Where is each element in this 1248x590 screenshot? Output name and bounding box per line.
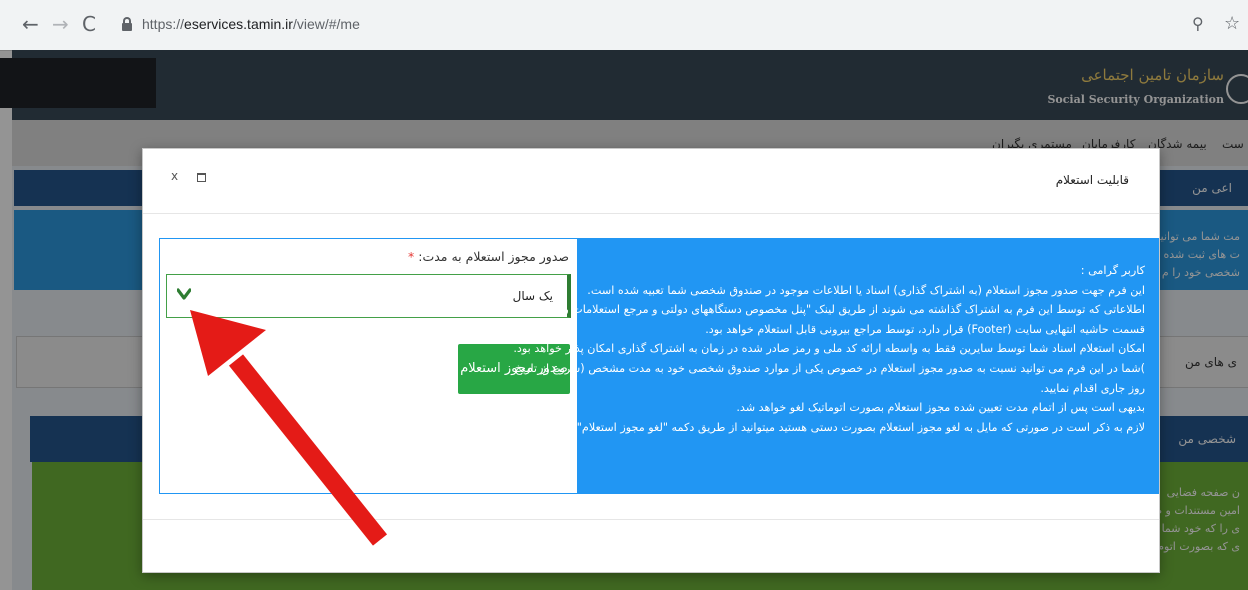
info-line: کاربر گرامی :	[1080, 264, 1145, 277]
address-bar[interactable]: https://eservices.tamin.ir/view/#/me	[110, 9, 1210, 41]
url-text[interactable]: https://eservices.tamin.ir/view/#/me	[142, 16, 360, 32]
inquiry-modal: قابلیت استعلام x صدور مجوز استعلام به مد…	[142, 148, 1160, 573]
info-line: بدیهی است پس از اتمام مدت تعیین شده مجوز…	[736, 401, 1145, 415]
info-line: قسمت حاشیه انتهایی سایت (Footer) قرار دا…	[705, 322, 1145, 336]
back-arrow-icon[interactable]: ←	[22, 14, 39, 34]
info-line: )شما در این فرم می توانید نسبت به صدور م…	[514, 361, 1145, 375]
reload-icon[interactable]: C	[82, 14, 96, 34]
info-notice: کاربر گرامی : این فرم جهت صدور مجوز استع…	[504, 238, 1159, 494]
modal-header: قابلیت استعلام x	[143, 149, 1159, 214]
info-line: لازم به ذکر است در صورتی که مایل به لغو …	[516, 420, 1145, 434]
info-line: این فرم جهت صدور مجوز استعلام (به اشتراک…	[587, 283, 1145, 297]
maximize-icon[interactable]	[197, 173, 206, 182]
duration-label: صدور مجوز استعلام به مدت: *	[408, 249, 569, 264]
chevron-down-icon[interactable]	[177, 287, 191, 301]
modal-title: قابلیت استعلام	[1055, 173, 1129, 187]
zoom-icon[interactable]: ⚲	[1192, 14, 1204, 33]
info-line: روز جاری اقدام نمایید.	[1040, 381, 1145, 395]
modal-body: صدور مجوز استعلام به مدت: * یک سال صدور …	[159, 238, 1159, 494]
modal-footer-divider	[143, 519, 1159, 520]
required-mark: *	[408, 249, 415, 264]
close-icon[interactable]: x	[171, 169, 178, 183]
info-line: اطلاعاتی که توسط این فرم به اشتراک گذاشت…	[504, 303, 1145, 317]
forward-arrow-icon[interactable]: →	[52, 14, 69, 34]
star-icon[interactable]: ☆	[1224, 13, 1240, 34]
info-line: امکان استعلام اسناد شما توسط سایرین فقط …	[513, 342, 1145, 356]
lock-icon[interactable]	[122, 17, 132, 31]
browser-toolbar: ← → C https://eservices.tamin.ir/view/#/…	[0, 0, 1248, 51]
